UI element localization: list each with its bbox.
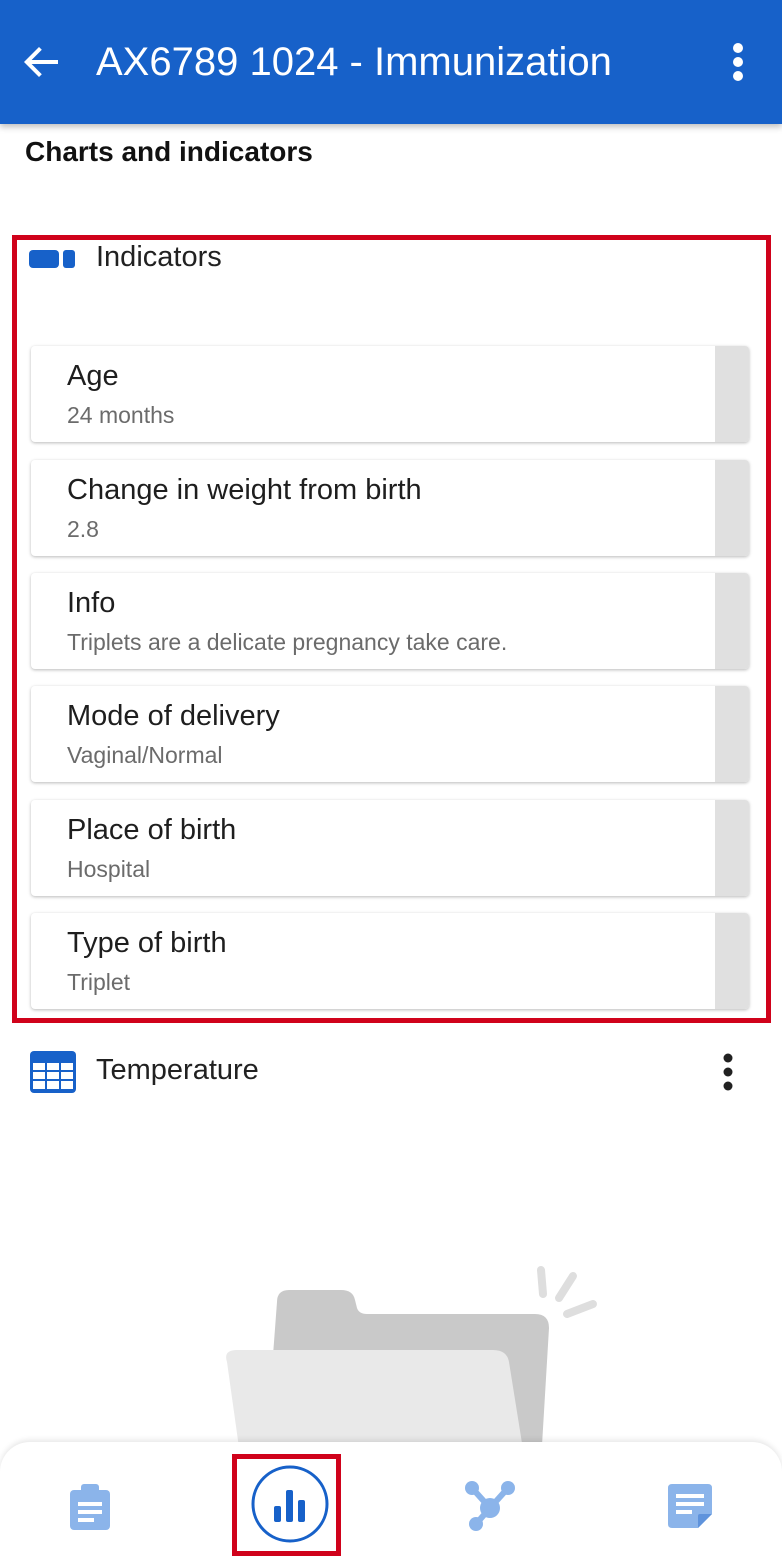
table-icon xyxy=(30,1051,76,1093)
indicator-value: Triplets are a delicate pregnancy take c… xyxy=(67,629,508,655)
nav-item-notes[interactable] xyxy=(640,1442,740,1562)
more-vert-icon[interactable] xyxy=(708,1050,748,1094)
indicator-value: Hospital xyxy=(67,856,151,882)
app-bar: AX6789 1024 - Immunization xyxy=(0,0,782,124)
indicator-name: Type of birth xyxy=(67,927,227,959)
indicator-name: Info xyxy=(67,587,116,619)
indicator-card-type-of-birth: Type of birth Triplet xyxy=(31,913,749,1009)
indicators-label: Indicators xyxy=(96,241,222,273)
indicator-value: Triplet xyxy=(67,969,131,995)
nav-item-relationships[interactable] xyxy=(440,1442,540,1562)
indicator-card-mode-of-delivery: Mode of delivery Vaginal/Normal xyxy=(31,686,749,782)
indicator-name: Mode of delivery xyxy=(67,700,280,732)
notes-icon xyxy=(668,1484,712,1528)
indicator-card-age: Age 24 months xyxy=(31,346,749,442)
page-title: AX6789 1024 - Immunization xyxy=(96,40,612,84)
indicator-name: Place of birth xyxy=(67,814,237,846)
indicator-color-bar xyxy=(715,800,749,896)
indicator-icon xyxy=(29,250,75,268)
clipboard-icon xyxy=(70,1484,110,1530)
section-title: Charts and indicators xyxy=(25,136,313,167)
more-vert-icon[interactable] xyxy=(716,38,760,86)
arrow-back-icon[interactable] xyxy=(18,38,66,86)
indicator-card-info: Info Triplets are a delicate pregnancy t… xyxy=(31,573,749,669)
temperature-label: Temperature xyxy=(96,1054,259,1086)
indicator-value: Vaginal/Normal xyxy=(67,742,223,768)
indicator-color-bar xyxy=(715,460,749,556)
indicator-color-bar xyxy=(715,686,749,782)
indicator-value: 2.8 xyxy=(67,516,99,542)
indicator-name: Change in weight from birth xyxy=(67,474,422,506)
empty-folder-illustration xyxy=(215,1262,615,1462)
temperature-row[interactable]: Temperature xyxy=(0,1040,782,1104)
indicator-color-bar xyxy=(715,573,749,669)
indicator-card-place-of-birth: Place of birth Hospital xyxy=(31,800,749,896)
nav-item-details[interactable] xyxy=(40,1442,140,1562)
nav-selected-highlight-box xyxy=(232,1454,341,1556)
indicator-value: 24 months xyxy=(67,402,175,428)
indicator-color-bar xyxy=(715,913,749,1009)
relationship-icon xyxy=(465,1481,515,1531)
indicator-card-weight-change: Change in weight from birth 2.8 xyxy=(31,460,749,556)
indicator-color-bar xyxy=(715,346,749,442)
indicator-name: Age xyxy=(67,360,119,392)
bottom-navigation xyxy=(0,1442,782,1562)
